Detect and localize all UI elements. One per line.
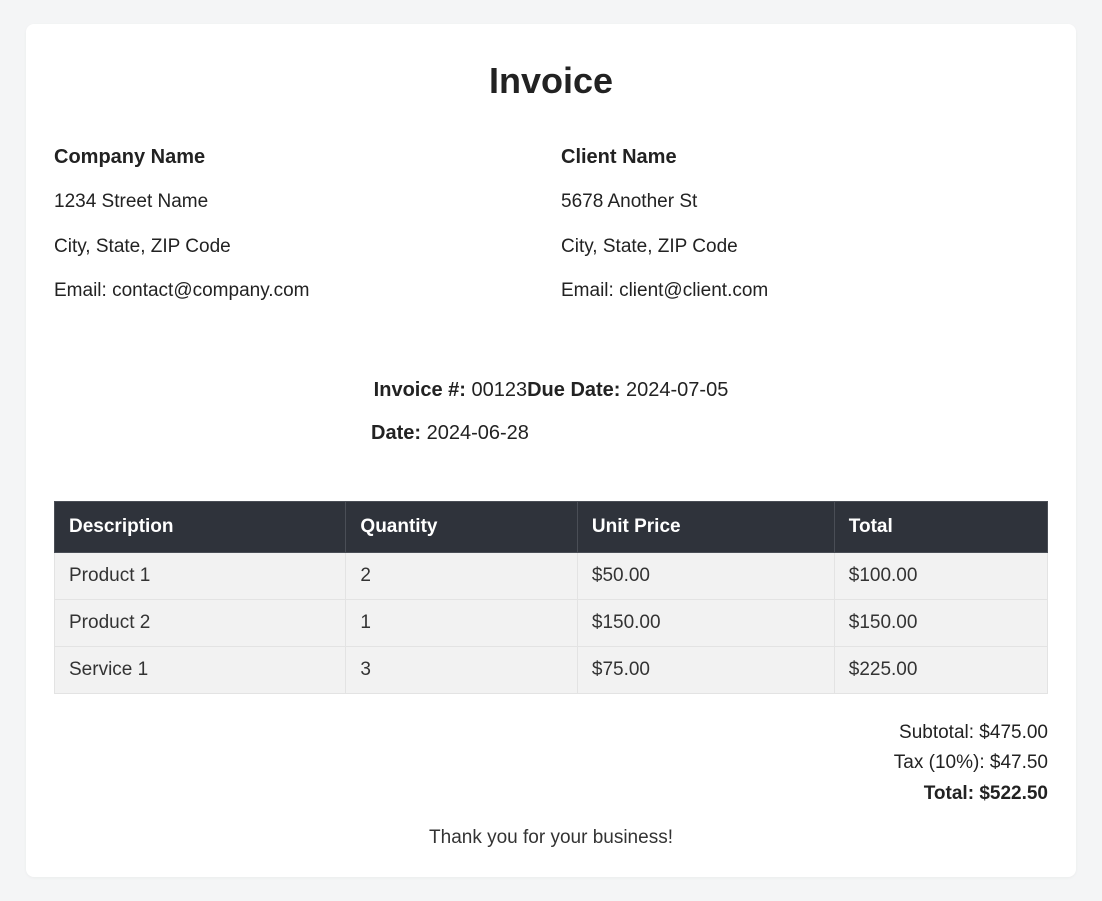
cell-unit-price: $150.00	[577, 599, 834, 646]
cell-unit-price: $75.00	[577, 646, 834, 693]
company-city-state-zip: City, State, ZIP Code	[54, 234, 541, 261]
invoice-number-label: Invoice #:	[374, 379, 472, 401]
line-items-table: Description Quantity Unit Price Total Pr…	[54, 501, 1048, 694]
tax-line: Tax (10%): $47.50	[54, 748, 1048, 778]
table-row: Product 1 2 $50.00 $100.00	[55, 552, 1048, 599]
cell-description: Service 1	[55, 646, 346, 693]
col-quantity: Quantity	[346, 501, 577, 552]
cell-unit-price: $50.00	[577, 552, 834, 599]
invoice-number-value: 00123	[471, 379, 527, 401]
cell-quantity: 2	[346, 552, 577, 599]
due-date-label: Due Date:	[527, 379, 626, 401]
totals-block: Subtotal: $475.00 Tax (10%): $47.50 Tota…	[54, 718, 1048, 809]
table-row: Service 1 3 $75.00 $225.00	[55, 646, 1048, 693]
company-street: 1234 Street Name	[54, 189, 541, 216]
col-unit-price: Unit Price	[577, 501, 834, 552]
company-name: Company Name	[54, 146, 541, 169]
table-row: Product 2 1 $150.00 $150.00	[55, 599, 1048, 646]
date-value: 2024-06-28	[427, 422, 529, 444]
client-block: Client Name 5678 Another St City, State,…	[561, 146, 1048, 323]
client-city-state-zip: City, State, ZIP Code	[561, 234, 1048, 261]
company-block: Company Name 1234 Street Name City, Stat…	[54, 146, 541, 323]
col-description: Description	[55, 501, 346, 552]
cell-description: Product 1	[55, 552, 346, 599]
cell-total: $225.00	[834, 646, 1047, 693]
cell-description: Product 2	[55, 599, 346, 646]
client-street: 5678 Another St	[561, 189, 1048, 216]
page-title: Invoice	[54, 60, 1048, 102]
client-email: Email: client@client.com	[561, 278, 1048, 305]
cell-quantity: 1	[346, 599, 577, 646]
invoice-meta: Invoice #: 00123Due Date: 2024-07-05 Dat…	[54, 379, 1048, 445]
meta-line-2: Date: 2024-06-28	[54, 422, 1048, 445]
due-date-value: 2024-07-05	[626, 379, 728, 401]
date-label: Date:	[371, 422, 427, 444]
cell-total: $150.00	[834, 599, 1047, 646]
grand-total-line: Total: $522.50	[54, 779, 1048, 809]
meta-line-1: Invoice #: 00123Due Date: 2024-07-05	[54, 379, 1048, 402]
company-email: Email: contact@company.com	[54, 278, 541, 305]
subtotal-line: Subtotal: $475.00	[54, 718, 1048, 748]
cell-total: $100.00	[834, 552, 1047, 599]
cell-quantity: 3	[346, 646, 577, 693]
invoice-card: Invoice Company Name 1234 Street Name Ci…	[26, 24, 1076, 877]
col-total: Total	[834, 501, 1047, 552]
table-header-row: Description Quantity Unit Price Total	[55, 501, 1048, 552]
parties-section: Company Name 1234 Street Name City, Stat…	[54, 146, 1048, 323]
client-name: Client Name	[561, 146, 1048, 169]
thank-you-message: Thank you for your business!	[54, 827, 1048, 849]
